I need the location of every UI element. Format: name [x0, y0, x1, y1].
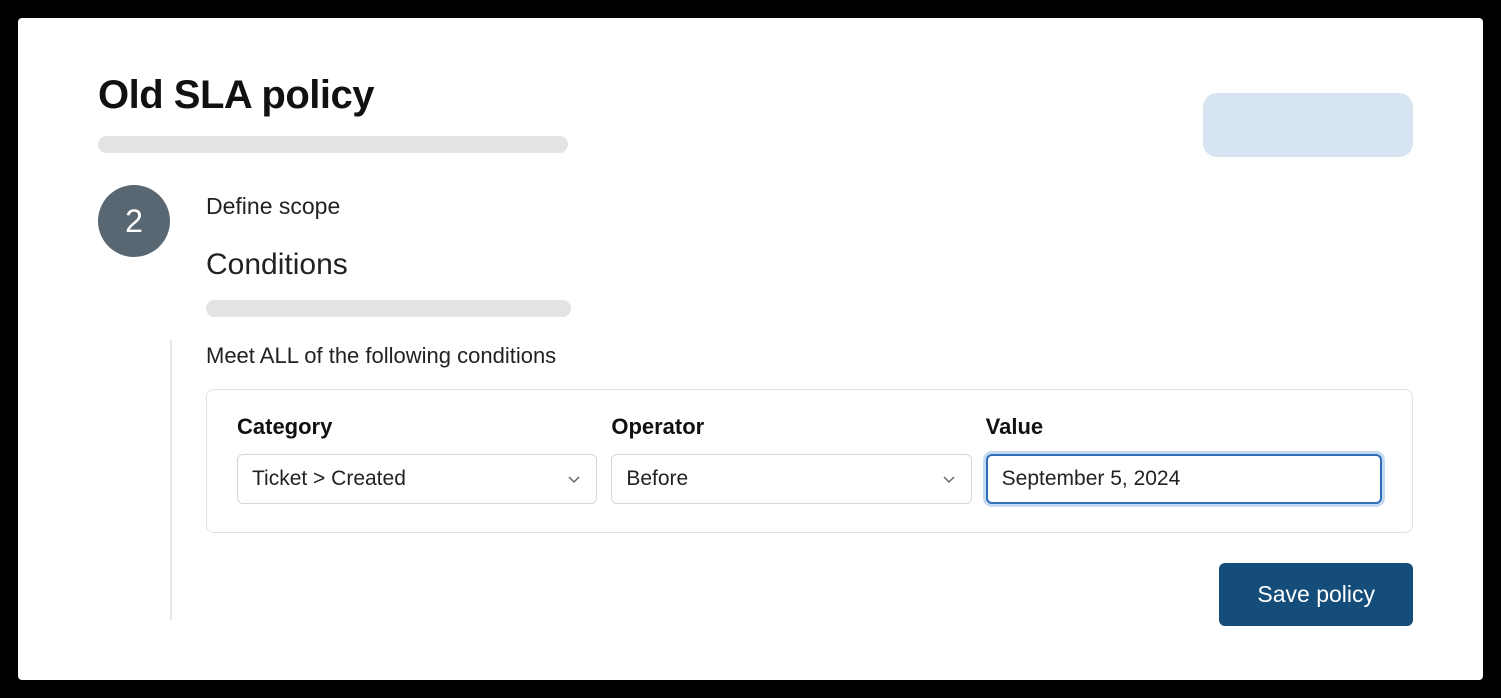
header-action-placeholder[interactable] [1203, 93, 1413, 157]
operator-column: Operator Before [611, 414, 971, 504]
page-title: Old SLA policy [98, 73, 568, 118]
value-text: September 5, 2024 [1002, 467, 1181, 491]
header-row: Old SLA policy [98, 73, 1413, 157]
operator-value: Before [626, 467, 688, 491]
value-column: Value September 5, 2024 [986, 414, 1382, 504]
header-placeholder [98, 136, 568, 153]
conditions-title: Conditions [206, 248, 1413, 282]
category-select[interactable]: Ticket > Created [237, 454, 597, 504]
value-label: Value [986, 414, 1382, 440]
sla-policy-editor: Old SLA policy 2 Define scope Conditions… [18, 18, 1483, 680]
chevron-down-icon [941, 471, 957, 487]
conditions-intro: Meet ALL of the following conditions [206, 343, 1413, 369]
operator-select[interactable]: Before [611, 454, 971, 504]
condition-card: Category Ticket > Created Operator Befor… [206, 389, 1413, 533]
category-label: Category [237, 414, 597, 440]
step-connector-line [170, 340, 172, 620]
operator-label: Operator [611, 414, 971, 440]
chevron-down-icon [566, 471, 582, 487]
step-label: Define scope [206, 193, 1413, 220]
value-input[interactable]: September 5, 2024 [986, 454, 1382, 504]
category-column: Category Ticket > Created [237, 414, 597, 504]
step-number: 2 [125, 203, 143, 240]
save-policy-button[interactable]: Save policy [1219, 563, 1413, 626]
step-section: 2 Define scope Conditions Meet ALL of th… [98, 185, 1413, 626]
conditions-subtitle-placeholder [206, 300, 571, 317]
step-number-badge: 2 [98, 185, 170, 257]
category-value: Ticket > Created [252, 467, 406, 491]
